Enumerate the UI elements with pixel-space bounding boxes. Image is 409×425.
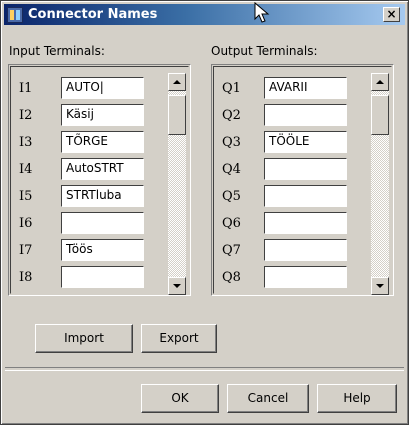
output-row: Q3 TÖÖLE	[214, 131, 354, 157]
separator	[5, 367, 404, 371]
output-name-field[interactable]	[264, 266, 347, 288]
terminal-id: Q7	[222, 243, 241, 258]
scroll-up-button[interactable]	[168, 73, 186, 91]
output-row: Q4	[214, 158, 354, 184]
terminal-id: I6	[19, 216, 33, 231]
input-row: I3 TÕRGE	[11, 131, 151, 157]
arrow-down-icon	[173, 284, 181, 288]
input-row: I6	[11, 212, 151, 238]
terminal-id: Q1	[222, 81, 241, 96]
scroll-down-button[interactable]	[371, 277, 389, 295]
scroll-thumb[interactable]	[168, 95, 186, 135]
output-name-field[interactable]	[264, 212, 347, 234]
title-bar[interactable]: Connector Names ×	[4, 4, 405, 25]
scroll-down-button[interactable]	[168, 277, 186, 295]
help-button[interactable]: Help	[317, 384, 397, 413]
terminal-id: Q5	[222, 189, 241, 204]
output-row: Q8	[214, 266, 354, 292]
output-row: Q6	[214, 212, 354, 238]
input-name-field[interactable]	[61, 266, 144, 288]
terminal-id: I1	[19, 81, 33, 96]
terminal-id: I2	[19, 108, 33, 123]
input-terminals-panel: I1 AUTO| I2 Käsij I3 TÕRGE I4 AutoSTRT I…	[8, 64, 191, 296]
input-name-field[interactable]: Töös	[61, 239, 144, 261]
connector-names-dialog: Connector Names × Input Terminals: Outpu…	[0, 0, 409, 425]
output-row: Q2	[214, 104, 354, 130]
input-name-field[interactable]	[61, 212, 144, 234]
input-row: I5 STRTluba	[11, 185, 151, 211]
export-button[interactable]: Export	[141, 324, 217, 353]
input-name-field[interactable]: AutoSTRT	[61, 158, 144, 180]
terminal-id: Q8	[222, 270, 241, 285]
input-name-field[interactable]: AUTO|	[61, 77, 144, 99]
output-name-field[interactable]	[264, 104, 347, 126]
mouse-cursor-icon	[254, 1, 270, 23]
input-row: I2 Käsij	[11, 104, 151, 130]
terminal-id: I3	[19, 135, 33, 150]
terminal-id: I5	[19, 189, 33, 204]
scroll-thumb[interactable]	[371, 95, 389, 135]
terminal-id: Q2	[222, 108, 241, 123]
input-name-field[interactable]: STRTluba	[61, 185, 144, 207]
output-row: Q5	[214, 185, 354, 211]
output-name-field[interactable]	[264, 239, 347, 261]
input-row: I4 AutoSTRT	[11, 158, 151, 184]
output-scrollbar[interactable]	[371, 73, 389, 295]
output-terminals-label: Output Terminals:	[211, 44, 318, 58]
import-button[interactable]: Import	[35, 324, 133, 353]
arrow-down-icon	[376, 284, 384, 288]
output-name-field[interactable]	[264, 158, 347, 180]
output-row: Q7	[214, 239, 354, 265]
input-name-field[interactable]: TÕRGE	[61, 131, 144, 153]
arrow-up-icon	[376, 80, 384, 84]
input-name-field[interactable]: Käsij	[61, 104, 144, 126]
input-row: I7 Töös	[11, 239, 151, 265]
window-title: Connector Names	[28, 7, 158, 22]
ok-button[interactable]: OK	[141, 384, 219, 413]
terminal-id: I7	[19, 243, 33, 258]
terminal-id: I8	[19, 270, 33, 285]
scroll-up-button[interactable]	[371, 73, 389, 91]
app-icon	[7, 7, 23, 23]
cancel-button[interactable]: Cancel	[227, 384, 309, 413]
input-row: I8	[11, 266, 151, 292]
output-name-field[interactable]	[264, 185, 347, 207]
output-name-field[interactable]: TÖÖLE	[264, 131, 347, 153]
close-button[interactable]: ×	[383, 7, 400, 22]
input-row: I1 AUTO|	[11, 77, 151, 103]
terminal-id: Q3	[222, 135, 241, 150]
input-scrollbar[interactable]	[168, 73, 186, 295]
terminal-id: Q6	[222, 216, 241, 231]
output-name-field[interactable]: AVARII	[264, 77, 347, 99]
output-terminals-panel: Q1 AVARII Q2 Q3 TÖÖLE Q4 Q5 Q6 Q7 Q8	[211, 64, 394, 296]
arrow-up-icon	[173, 80, 181, 84]
input-terminals-label: Input Terminals:	[9, 44, 105, 58]
terminal-id: Q4	[222, 162, 241, 177]
terminal-id: I4	[19, 162, 33, 177]
output-row: Q1 AVARII	[214, 77, 354, 103]
